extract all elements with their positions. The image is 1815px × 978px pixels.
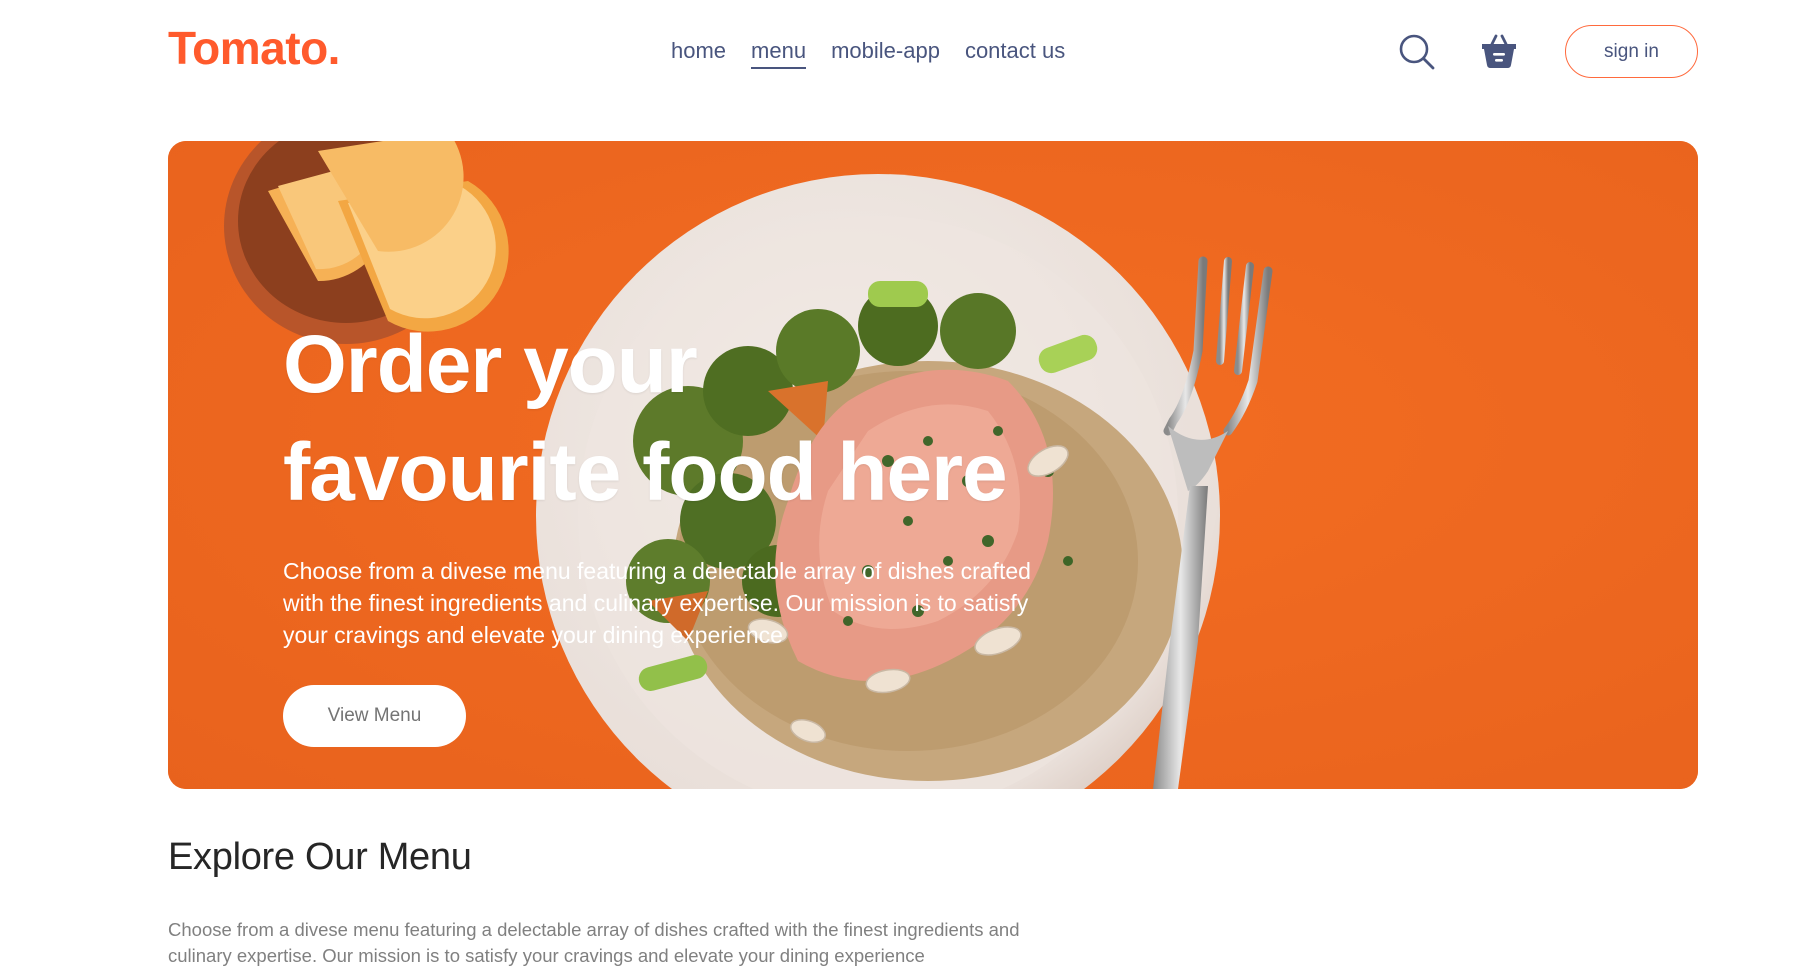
- explore-menu-section: Explore Our Menu Choose from a divese me…: [168, 838, 1068, 969]
- explore-menu-title: Explore Our Menu: [168, 836, 472, 878]
- hero-title: Order your favourite food here: [283, 311, 1043, 527]
- navbar: Tomato. home menu mobile-app contact us: [168, 18, 1698, 84]
- nav-menu: home menu mobile-app contact us: [671, 38, 1065, 70]
- search-icon: [1399, 34, 1435, 69]
- nav-item-home[interactable]: home: [671, 38, 726, 69]
- hero-title-line-1: Order your: [283, 319, 698, 410]
- logo[interactable]: Tomato.: [168, 25, 340, 71]
- nav-item-menu[interactable]: menu: [751, 38, 807, 70]
- page: Tomato. home menu mobile-app contact us: [0, 0, 1815, 978]
- hero-banner: Order your favourite food here Choose fr…: [168, 141, 1698, 789]
- basket-icon: [1482, 34, 1516, 68]
- hero-contents: Order your favourite food here Choose fr…: [283, 311, 1043, 747]
- sign-in-button[interactable]: sign in: [1565, 25, 1698, 78]
- hero-title-line-2: favourite food here: [283, 427, 1008, 518]
- basket-button[interactable]: [1477, 30, 1521, 74]
- view-menu-button[interactable]: View Menu: [283, 685, 466, 747]
- search-button[interactable]: [1395, 30, 1439, 74]
- nav-item-mobile-app[interactable]: mobile-app: [831, 38, 940, 69]
- nav-item-contact-us[interactable]: contact us: [965, 38, 1065, 69]
- explore-menu-text: Choose from a divese menu featuring a de…: [168, 919, 1020, 966]
- hero-description: Choose from a divese menu featuring a de…: [283, 558, 1031, 648]
- nav-right: sign in: [1395, 25, 1698, 78]
